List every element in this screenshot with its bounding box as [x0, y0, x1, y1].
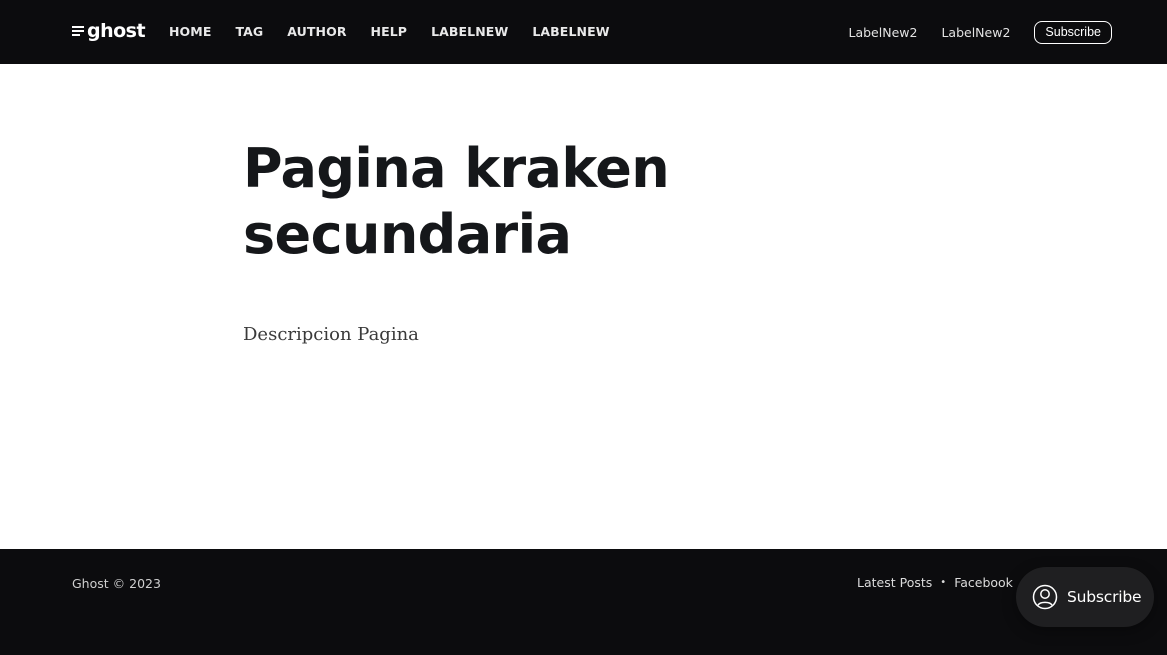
page-content: Pagina kraken secundaria Descripcion Pag…: [243, 136, 943, 345]
nav-item-help[interactable]: HELP: [371, 24, 408, 39]
nav-item-home[interactable]: HOME: [169, 24, 211, 39]
footer-links: Latest Posts • Facebook • T: [857, 575, 1042, 590]
nav-item-author[interactable]: AUTHOR: [287, 24, 346, 39]
secondary-nav: LabelNew2 LabelNew2 Subscribe: [849, 21, 1112, 44]
footer-link-latest-posts[interactable]: Latest Posts: [857, 575, 932, 590]
logo-text: ghost: [87, 20, 146, 42]
site-footer: Ghost © 2023 Latest Posts • Facebook • T: [0, 549, 1167, 655]
portal-subscribe-button[interactable]: Subscribe: [1016, 567, 1154, 627]
footer-copyright: Ghost © 2023: [72, 576, 161, 591]
nav-item-tag[interactable]: TAG: [235, 24, 263, 39]
site-logo[interactable]: ghost: [72, 19, 146, 43]
separator-dot-icon: •: [940, 577, 947, 588]
page-description: Descripcion Pagina: [243, 324, 419, 345]
ghost-logo-icon: [72, 26, 84, 36]
footer-link-facebook[interactable]: Facebook: [954, 575, 1013, 590]
nav-item-labelnew-1[interactable]: LABELNEW: [431, 24, 508, 39]
page-title: Pagina kraken secundaria: [243, 137, 670, 266]
portal-subscribe-label: Subscribe: [1067, 588, 1142, 606]
site-header: ghost HOME TAG AUTHOR HELP LABELNEW LABE…: [0, 0, 1167, 64]
user-circle-icon: [1032, 584, 1058, 610]
primary-nav: HOME TAG AUTHOR HELP LABELNEW LABELNEW: [169, 24, 610, 39]
secondary-nav-item-labelnew2-1[interactable]: LabelNew2: [849, 25, 918, 40]
header-subscribe-button[interactable]: Subscribe: [1034, 21, 1112, 44]
nav-item-labelnew-2[interactable]: LABELNEW: [532, 24, 609, 39]
secondary-nav-item-labelnew2-2[interactable]: LabelNew2: [941, 25, 1010, 40]
